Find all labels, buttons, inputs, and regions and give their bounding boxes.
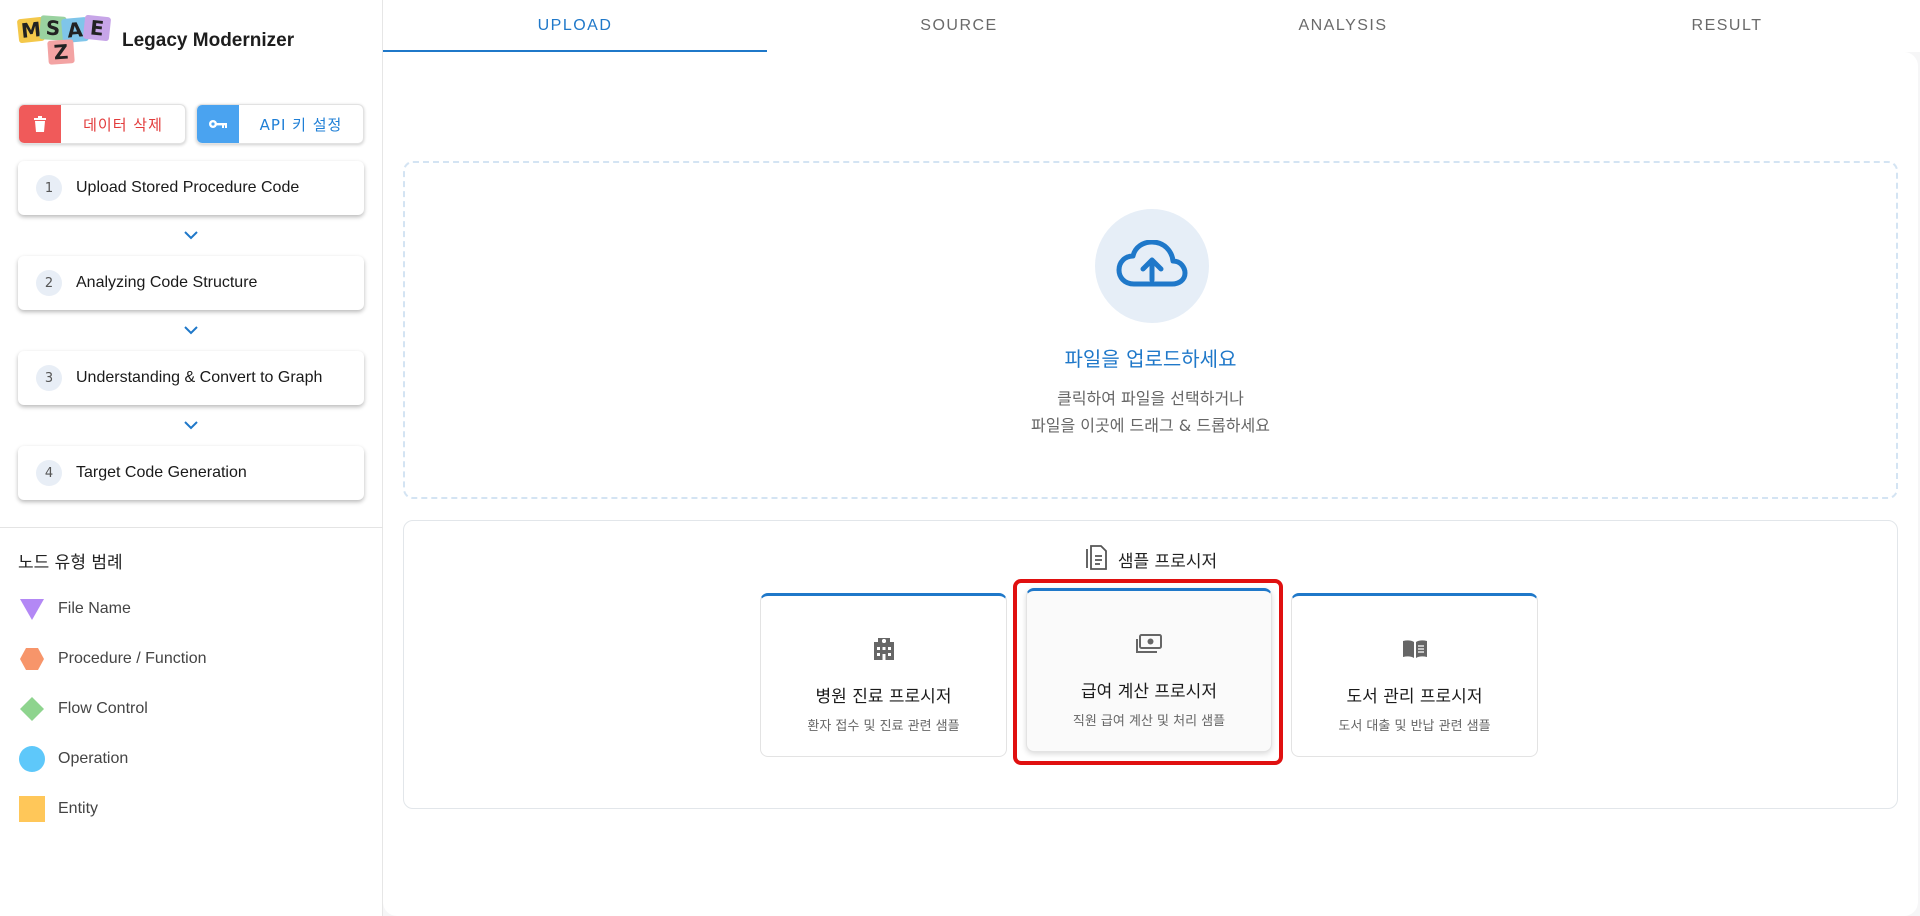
legend-item-entity: Entity bbox=[18, 784, 207, 834]
sample-card-title: 병원 진료 프로시저 bbox=[815, 687, 952, 707]
sample-card-hospital[interactable]: 병원 진료 프로시저 환자 접수 및 진료 관련 샘플 bbox=[760, 593, 1007, 757]
tab-source[interactable]: SOURCE bbox=[767, 0, 1151, 52]
sample-card-title: 급여 계산 프로시저 bbox=[1081, 682, 1217, 702]
sidebar: M S A E Z Legacy Modernizer 데이터 삭제 API 키… bbox=[0, 0, 383, 916]
legend-label: Operation bbox=[58, 750, 129, 767]
cloud-upload-icon bbox=[1095, 209, 1209, 323]
step-upload[interactable]: 1 Upload Stored Procedure Code bbox=[18, 161, 364, 215]
diamond-icon bbox=[18, 695, 46, 723]
step-number: 2 bbox=[36, 270, 62, 296]
sample-card-payroll[interactable]: 급여 계산 프로시저 직원 급여 계산 및 처리 샘플 bbox=[1026, 588, 1272, 752]
hospital-icon bbox=[761, 632, 1006, 666]
book-icon bbox=[1292, 632, 1537, 666]
chevron-down-icon bbox=[18, 405, 364, 446]
square-icon bbox=[18, 795, 46, 823]
app-name: Legacy Modernizer bbox=[122, 30, 295, 51]
legend-title: 노드 유형 범례 bbox=[18, 553, 123, 573]
msa-ez-logo: M S A E Z bbox=[16, 14, 114, 68]
upload-title: 파일을 업로드하세요 bbox=[1064, 347, 1237, 371]
upload-instructions: 클릭하여 파일을 선택하거나 파일을 이곳에 드래그 & 드롭하세요 bbox=[405, 385, 1896, 439]
logo-letter: E bbox=[82, 14, 112, 42]
brand[interactable]: M S A E Z Legacy Modernizer bbox=[16, 14, 295, 68]
legend-item-file-name: File Name bbox=[18, 584, 207, 634]
step-analyze[interactable]: 2 Analyzing Code Structure bbox=[18, 256, 364, 310]
step-number: 4 bbox=[36, 460, 62, 486]
trash-icon bbox=[19, 105, 61, 143]
file-dropzone[interactable]: 파일을 업로드하세요 클릭하여 파일을 선택하거나 파일을 이곳에 드래그 & … bbox=[403, 161, 1898, 499]
api-key-label: API 키 설정 bbox=[259, 115, 343, 134]
triangle-icon bbox=[18, 595, 46, 623]
delete-data-label: 데이터 삭제 bbox=[83, 115, 163, 134]
step-number: 1 bbox=[36, 175, 62, 201]
step-label: Analyzing Code Structure bbox=[76, 274, 258, 291]
legend-item-flow-control: Flow Control bbox=[18, 684, 207, 734]
step-label: Understanding & Convert to Graph bbox=[76, 369, 323, 386]
sample-card-library[interactable]: 도서 관리 프로시저 도서 대출 및 반납 관련 샘플 bbox=[1291, 593, 1538, 757]
step-number: 3 bbox=[36, 365, 62, 391]
document-icon bbox=[1084, 543, 1108, 576]
samples-heading: 샘플 프로시저 bbox=[404, 543, 1897, 576]
divider bbox=[0, 527, 383, 528]
hexagon-icon bbox=[18, 645, 46, 673]
sample-card-title: 도서 관리 프로시저 bbox=[1346, 687, 1483, 707]
upload-instruction-line: 클릭하여 파일을 선택하거나 bbox=[1057, 389, 1244, 408]
step-understand[interactable]: 3 Understanding & Convert to Graph bbox=[18, 351, 364, 405]
upload-instruction-line: 파일을 이곳에 드래그 & 드롭하세요 bbox=[1031, 416, 1270, 435]
step-label: Target Code Generation bbox=[76, 464, 247, 481]
tab-analysis[interactable]: ANALYSIS bbox=[1151, 0, 1535, 52]
legend-item-operation: Operation bbox=[18, 734, 207, 784]
legend-item-procedure: Procedure / Function bbox=[18, 634, 207, 684]
delete-data-button[interactable]: 데이터 삭제 bbox=[18, 104, 186, 144]
api-key-button[interactable]: API 키 설정 bbox=[196, 104, 364, 144]
chevron-down-icon bbox=[18, 215, 364, 256]
circle-icon bbox=[18, 745, 46, 773]
key-icon bbox=[197, 105, 239, 143]
main-tabs: UPLOAD SOURCE ANALYSIS RESULT bbox=[383, 0, 1920, 52]
sample-card-desc: 직원 급여 계산 및 처리 샘플 bbox=[1072, 714, 1226, 729]
sample-card-desc: 도서 대출 및 반납 관련 샘플 bbox=[1338, 719, 1491, 734]
action-buttons: 데이터 삭제 API 키 설정 bbox=[18, 104, 364, 144]
samples-heading-text: 샘플 프로시저 bbox=[1117, 552, 1218, 572]
legend-label: File Name bbox=[58, 600, 131, 617]
step-label: Upload Stored Procedure Code bbox=[76, 179, 300, 196]
step-generate[interactable]: 4 Target Code Generation bbox=[18, 446, 364, 500]
sample-card-desc: 환자 접수 및 진료 관련 샘플 bbox=[807, 719, 960, 734]
money-icon bbox=[1027, 627, 1271, 661]
chevron-down-icon bbox=[18, 310, 364, 351]
tab-result[interactable]: RESULT bbox=[1535, 0, 1919, 52]
logo-letter: Z bbox=[47, 39, 75, 65]
legend-label: Entity bbox=[58, 800, 99, 817]
tab-upload[interactable]: UPLOAD bbox=[383, 0, 767, 52]
workflow-steps: 1 Upload Stored Procedure Code 2 Analyzi… bbox=[18, 161, 364, 500]
legend-label: Procedure / Function bbox=[58, 650, 207, 667]
upload-panel: 파일을 업로드하세요 클릭하여 파일을 선택하거나 파일을 이곳에 드래그 & … bbox=[383, 52, 1918, 916]
legend-label: Flow Control bbox=[58, 700, 148, 717]
node-legend: File Name Procedure / Function Flow Cont… bbox=[18, 584, 207, 834]
